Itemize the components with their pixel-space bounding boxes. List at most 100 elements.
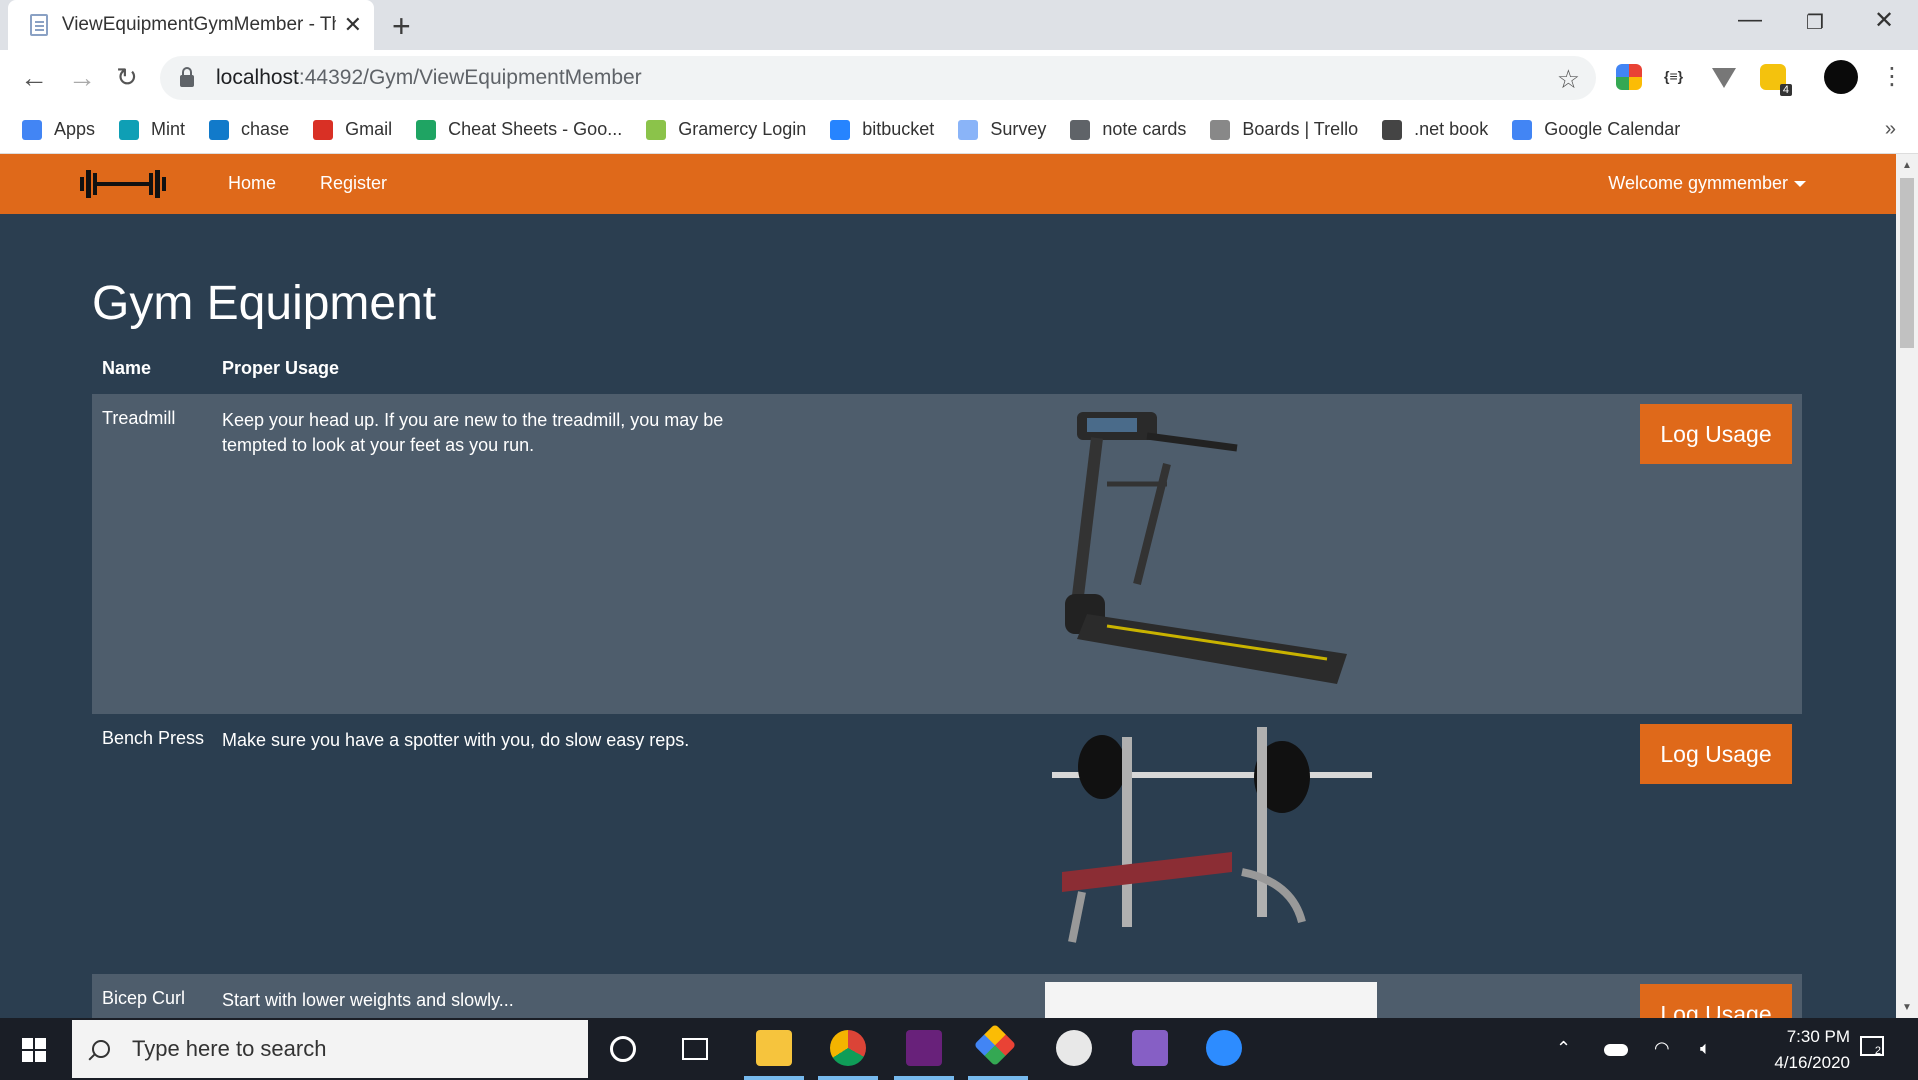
task-view-icon[interactable] bbox=[682, 1038, 708, 1060]
system-clock[interactable]: 7:30 PM 4/16/2020 bbox=[1730, 1024, 1850, 1076]
trello-icon bbox=[1210, 119, 1231, 140]
bookmark-item[interactable]: note cards bbox=[1070, 119, 1186, 140]
bookmark-label: chase bbox=[241, 119, 290, 139]
table-row: Treadmill Keep your head up. If you are … bbox=[92, 394, 1802, 714]
clock-time: 7:30 PM bbox=[1786, 1027, 1850, 1046]
profile-avatar[interactable] bbox=[1824, 60, 1858, 94]
scroll-up-icon[interactable]: ▲ bbox=[1902, 160, 1912, 171]
bookmark-item[interactable]: Gmail bbox=[313, 119, 392, 140]
survey-icon bbox=[958, 119, 979, 140]
treadmill-image bbox=[1065, 412, 1347, 684]
equipment-name: Treadmill bbox=[102, 408, 176, 428]
onedrive-icon[interactable] bbox=[1604, 1044, 1628, 1056]
vue-extension-icon[interactable] bbox=[1712, 68, 1736, 88]
equipment-usage: Keep your head up. If you are new to the… bbox=[222, 410, 724, 455]
active-indicator bbox=[744, 1076, 804, 1080]
more-bookmarks-icon[interactable]: » bbox=[1885, 118, 1896, 141]
taskbar-search-input[interactable]: Type here to search bbox=[72, 1020, 588, 1078]
log-usage-button[interactable]: Log Usage bbox=[1640, 984, 1792, 1018]
reload-icon[interactable]: ↻ bbox=[116, 62, 138, 93]
search-placeholder: Type here to search bbox=[132, 1036, 327, 1061]
chrome-icon[interactable] bbox=[830, 1030, 866, 1066]
drive-icon bbox=[416, 119, 437, 140]
browser-tab[interactable]: ViewEquipmentGymMember - Th ✕ bbox=[8, 0, 374, 50]
bookmark-label: note cards bbox=[1102, 119, 1187, 139]
scroll-thumb[interactable] bbox=[1900, 178, 1914, 348]
windows-start-icon[interactable] bbox=[22, 1038, 46, 1062]
page-icon bbox=[30, 14, 48, 36]
cortana-icon[interactable] bbox=[610, 1036, 636, 1062]
visual-studio-2019-icon[interactable] bbox=[1132, 1030, 1168, 1066]
minimize-icon[interactable]: — bbox=[1738, 6, 1762, 34]
menu-dots-icon[interactable]: ⋮ bbox=[1880, 62, 1904, 91]
git-app-icon[interactable] bbox=[973, 1023, 1017, 1067]
bookmark-item[interactable]: Cheat Sheets - Goo... bbox=[416, 119, 622, 140]
new-tab-icon[interactable]: + bbox=[392, 8, 411, 45]
bench-press-image bbox=[1052, 727, 1372, 943]
wifi-icon[interactable]: ◠ bbox=[1654, 1038, 1670, 1059]
chase-icon bbox=[209, 119, 230, 140]
bookmark-label: Google Calendar bbox=[1544, 119, 1681, 139]
welcome-label: Welcome gymmember bbox=[1608, 173, 1788, 193]
bookmarks-bar: Apps Mint chase Gmail Cheat Sheets - Goo... G… bbox=[0, 106, 1918, 154]
curl-machine-image bbox=[1045, 982, 1377, 1018]
paint-app-icon[interactable] bbox=[1056, 1030, 1092, 1066]
bookmark-label: Boards | Trello bbox=[1242, 119, 1359, 139]
visual-studio-icon[interactable] bbox=[906, 1030, 942, 1066]
bookmark-item[interactable]: bitbucket bbox=[830, 119, 934, 140]
bookmark-label: Gmail bbox=[345, 119, 393, 139]
equipment-usage: Start with lower weights and slowly... bbox=[222, 990, 514, 1010]
forward-icon[interactable]: → bbox=[68, 62, 96, 94]
bookmark-label: Survey bbox=[990, 119, 1047, 139]
bookmark-item[interactable]: Mint bbox=[119, 119, 185, 140]
column-header-name: Name bbox=[102, 358, 152, 378]
close-tab-icon[interactable]: ✕ bbox=[344, 12, 362, 38]
bookmark-label: .net book bbox=[1414, 119, 1489, 139]
bookmark-item[interactable]: Survey bbox=[958, 119, 1046, 140]
address-bar[interactable]: localhost:44392/Gym/ViewEquipmentMember … bbox=[160, 56, 1596, 100]
page-scrollbar[interactable]: ▲ ▼ bbox=[1896, 154, 1918, 1018]
extension-icon[interactable] bbox=[1616, 64, 1642, 90]
url-host: localhost bbox=[216, 66, 299, 89]
close-window-icon[interactable]: ✕ bbox=[1874, 6, 1894, 35]
notes-extension-icon[interactable]: 4 bbox=[1760, 64, 1792, 96]
bookmark-star-icon[interactable]: ☆ bbox=[1557, 64, 1580, 95]
bookmark-item[interactable]: chase bbox=[209, 119, 289, 140]
equipment-name: Bench Press bbox=[102, 728, 205, 748]
log-usage-button[interactable]: Log Usage bbox=[1640, 404, 1792, 464]
notifications-icon[interactable]: 2 bbox=[1860, 1036, 1884, 1057]
extension-badge: 4 bbox=[1779, 84, 1792, 96]
bookmark-item[interactable]: .net book bbox=[1382, 119, 1488, 140]
nav-register[interactable]: Register bbox=[320, 173, 387, 194]
zoom-icon[interactable] bbox=[1206, 1030, 1242, 1066]
building-icon bbox=[646, 119, 667, 140]
lock-icon bbox=[180, 67, 194, 87]
back-icon[interactable]: ← bbox=[20, 62, 48, 94]
log-usage-button[interactable]: Log Usage bbox=[1640, 724, 1792, 784]
restore-icon[interactable]: ❐ bbox=[1806, 10, 1824, 35]
windows-taskbar: Type here to search ⌃ ◠ 🔈︎ 7:30 PM 4/16/… bbox=[0, 1018, 1918, 1080]
bookmark-item[interactable]: Gramercy Login bbox=[646, 119, 806, 140]
tray-expand-icon[interactable]: ⌃ bbox=[1556, 1038, 1571, 1059]
search-icon bbox=[92, 1040, 110, 1058]
file-explorer-icon[interactable] bbox=[756, 1030, 792, 1066]
volume-icon[interactable]: 🔈︎ bbox=[1700, 1038, 1711, 1059]
url-path: :44392/Gym/ViewEquipmentMember bbox=[298, 66, 642, 89]
json-extension-icon[interactable]: {≡} bbox=[1664, 68, 1690, 94]
table-row: Bicep Curl Start with lower weights and … bbox=[92, 974, 1802, 1018]
scroll-down-icon[interactable]: ▼ bbox=[1902, 1002, 1912, 1013]
bookmark-item[interactable]: Boards | Trello bbox=[1210, 119, 1358, 140]
active-indicator bbox=[968, 1076, 1028, 1080]
nav-home[interactable]: Home bbox=[228, 173, 276, 194]
equipment-name: Bicep Curl bbox=[102, 988, 186, 1008]
tab-title: ViewEquipmentGymMember - Th bbox=[61, 14, 336, 35]
bookmark-label: Cheat Sheets - Goo... bbox=[448, 119, 623, 139]
bookmark-item[interactable]: Google Calendar bbox=[1512, 119, 1680, 140]
user-menu[interactable]: Welcome gymmember bbox=[1608, 173, 1806, 194]
mint-icon bbox=[119, 119, 140, 140]
barbell-logo-icon[interactable] bbox=[78, 166, 168, 202]
bookmark-item[interactable]: Apps bbox=[22, 119, 95, 140]
bookmark-label: bitbucket bbox=[862, 119, 935, 139]
active-indicator bbox=[894, 1076, 954, 1080]
gmail-icon bbox=[313, 119, 334, 140]
